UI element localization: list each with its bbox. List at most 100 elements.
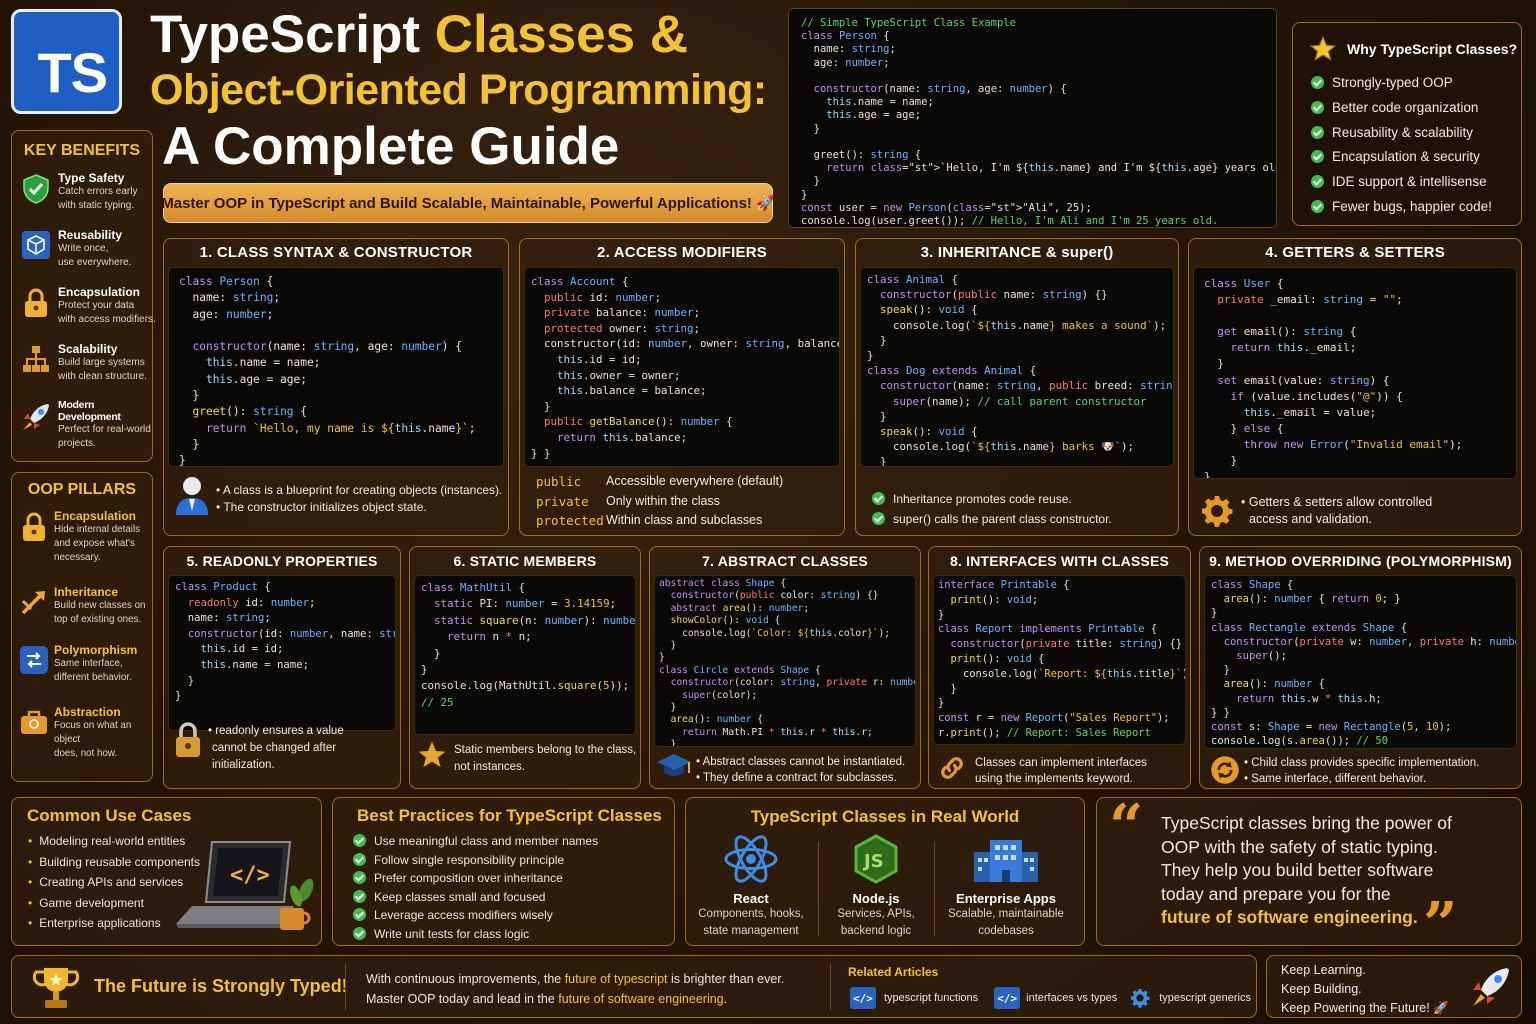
pillar-desc: Hide internal details [54,524,141,535]
section-footnote: Classes can implement interfaces [975,757,1147,769]
why-item: Better code organization [1311,96,1492,121]
quote-line: OOP with the safety of static typing. [1161,836,1438,857]
lock-icon [20,285,52,327]
check-icon [353,871,366,884]
ts-logo-text: TS [37,41,108,104]
related-article-link[interactable]: typescript generics [1159,992,1251,1004]
check-icon [353,852,366,866]
real-world-item-react: React Components, hooks, state managemen… [686,834,816,940]
benefit-title: Modern Development [58,399,121,423]
code-block: abstract class Shape { constructor(publi… [654,575,916,747]
future-heading: The Future is Strongly Typed! [94,976,348,996]
real-world-desc: backend logic [840,925,912,937]
related-heading: Related Articles [848,965,939,979]
real-world-item-enterprise: Enterprise Apps Scalable, maintainable c… [938,834,1074,940]
code-block: class Shape { area(): number { return 0;… [1204,575,1517,749]
section-title: 1. CLASS SYNTAX & CONSTRUCTOR [199,244,473,261]
modifier-list: public Accessible everywhere (default) pri… [536,472,783,531]
oop-pillars-panel: OOP PILLARS Encapsulation Hide internal d… [11,472,153,782]
person-icon [176,477,208,515]
use-cases-panel: Common Use Cases • Modeling real-world en… [11,797,322,946]
code-block: class Account { public id: number; priva… [524,267,840,467]
building-icon [974,840,1038,882]
rocket-icon [20,399,52,451]
benefit-desc: Catch errors early [58,186,138,197]
real-world-panel: TypeScript Classes in Real World React C… [685,797,1085,946]
svg-text:JS: JS [862,851,884,872]
title-line3: A Complete Guide [162,117,620,176]
section-title: 6. STATIC MEMBERS [453,553,597,569]
pillar-title: Polymorphism [54,643,138,657]
pillar-desc: top of existing ones. [54,614,142,625]
section-footnote: • A class is a blueprint for creating ob… [216,483,503,497]
modifier-row: private Only within the class [536,492,783,512]
benefit-item: Modern Development Perfect for real-world… [20,399,156,451]
check-icon [353,834,366,847]
open-quote-icon: “ [1109,792,1144,862]
pillar-item: Encapsulation Hide internal details and ex… [18,509,152,565]
pillar-desc: Build new classes on [54,600,146,611]
refresh-cycle-icon [1211,756,1239,784]
star-icon [418,741,446,767]
banner: Master OOP in TypeScript and Build Scala… [161,183,775,223]
quote-line: They help you build better software [1161,860,1434,881]
laptop-code-icon: </> [176,841,314,930]
why-panel: Why TypeScript Classes? Strongly-typed O… [1292,22,1522,226]
why-heading: Why TypeScript Classes? [1347,41,1518,57]
best-practices-heading: Best Practices for TypeScript Classes [357,806,662,825]
real-world-desc: Services, APIs, [837,908,915,920]
future-text-line2: Master OOP today and lead in the future … [366,992,728,1006]
code-block: class Product { readonly id: number; nam… [168,575,396,731]
real-world-desc: Components, hooks, [698,908,804,920]
code-icon: </> [850,987,876,1009]
nodejs-hex-icon: JS [854,834,898,884]
quote-panel: “ TypeScript classes bring the power of … [1096,792,1522,960]
top-code-block: // Simple TypeScript Class Example class… [788,8,1277,228]
code-block: class Person { name: string; age: number… [168,267,504,467]
modifier-desc: Only within the class [606,493,720,508]
benefit-title: Reusability [58,228,123,242]
ts-logo: TS [11,9,122,114]
benefit-item: Encapsulation Protect your data with acces… [20,285,156,327]
why-item: Strongly-typed OOP [1311,71,1492,96]
briefcase-icon [18,705,50,761]
pillar-desc: and expose what's [54,538,135,549]
section-footnote: using the implements keyword. [975,773,1133,785]
benefit-title: Encapsulation [58,285,141,299]
why-item: Reusability & scalability [1311,121,1492,146]
page-title: TypeScript Classes & Object-Oriented Pro… [150,6,790,178]
benefit-item: Scalability Build large systems with clean… [20,342,156,384]
trophy-icon [32,968,80,1008]
section-readonly: 5. READONLY PROPERTIES class Product { r… [163,546,401,789]
quote-line: TypeScript classes bring the power of [1161,813,1452,833]
section-footnote: • readonly ensures a value [208,725,344,737]
section-footnote: super() calls the parent class construct… [893,512,1112,526]
benefit-item: Type Safety Catch errors early with static… [20,171,156,213]
modifier-desc: Within class and subclasses [606,513,763,527]
code-block: class Animal { constructor(public name: … [860,267,1174,467]
lock-icon [176,722,200,757]
check-icon [1311,199,1324,213]
section-title: 4. GETTERS & SETTERS [1265,244,1445,261]
code-block: class User { private _email: string = ""… [1193,267,1517,479]
section-footnote: • Getters & setters allow controlled [1241,495,1433,509]
why-item: IDE support & intellisense [1311,170,1492,195]
real-world-desc: codebases [978,925,1034,937]
why-item: Fewer bugs, happier code! [1311,195,1492,220]
section-title: 3. INHERITANCE & super() [920,244,1114,261]
pillar-title: Encapsulation [54,509,137,523]
benefit-title: Type Safety [58,171,125,185]
related-article-link[interactable]: interfaces vs types [1026,992,1117,1004]
title-line2: Object-Oriented Programming: [150,66,767,114]
check-icon [353,908,366,921]
shield-check-icon [20,171,52,213]
benefit-desc: Protect your data [58,300,135,311]
benefit-title: Scalability [58,342,118,356]
oop-pillars-heading: OOP PILLARS [27,481,137,498]
best-practice-item: Write unit tests for class logic [353,925,598,944]
title-gold: Classes & [434,5,689,64]
section-title: 7. ABSTRACT CLASSES [702,553,868,569]
why-list: Strongly-typed OOP Better code organizati… [1311,71,1492,220]
benefit-desc: with static typing. [58,200,135,211]
related-article-link[interactable]: typescript functions [884,992,978,1004]
